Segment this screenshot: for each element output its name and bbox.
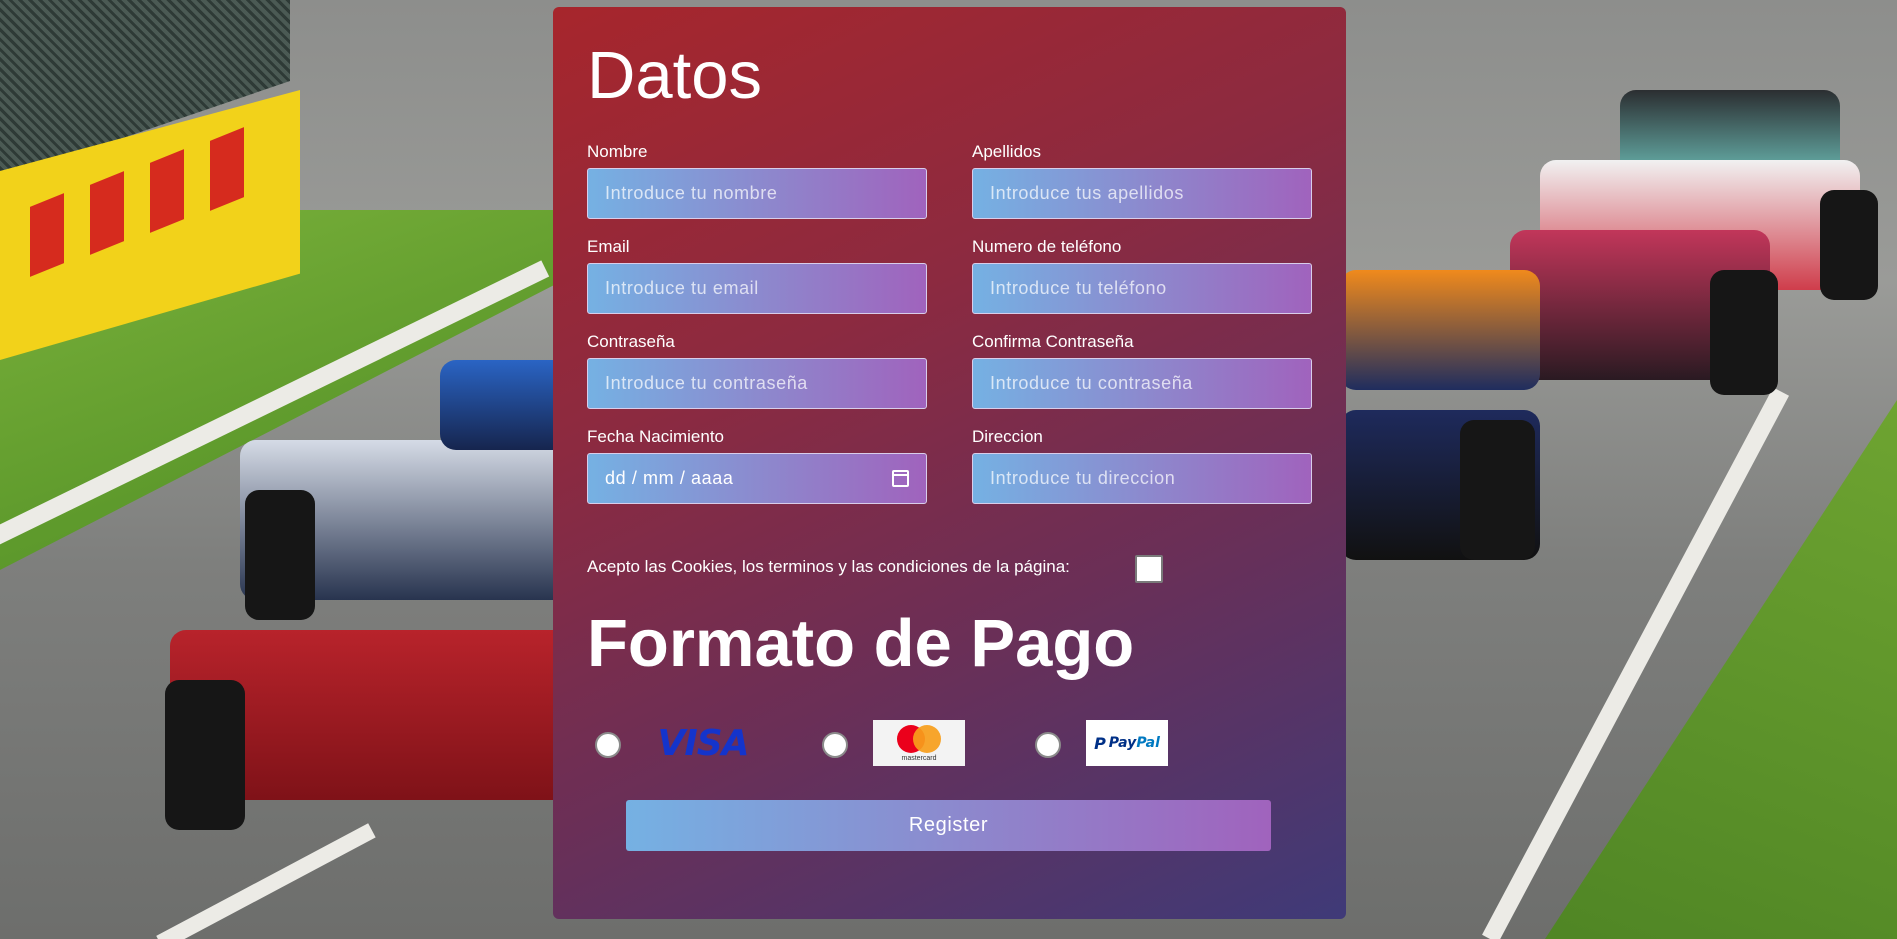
- field-label: Nombre: [587, 142, 648, 161]
- field-fecha-nacimiento: Fecha Nacimiento dd / mm / aaaa: [587, 427, 927, 522]
- payment-options: VISA mastercard P Pay Pal: [553, 720, 1346, 770]
- field-label: Contraseña: [587, 332, 675, 351]
- field-label: Numero de teléfono: [972, 237, 1122, 256]
- nombre-input-box[interactable]: [587, 168, 927, 219]
- field-nombre: Nombre: [587, 142, 927, 237]
- fecha-nacimiento-input[interactable]: dd / mm / aaaa: [587, 453, 927, 504]
- email-input-box[interactable]: [587, 263, 927, 314]
- paypal-radio[interactable]: [1035, 732, 1061, 758]
- car-tyre: [1820, 190, 1878, 300]
- barrier-logo: [210, 127, 244, 211]
- contrasena-input[interactable]: [605, 373, 909, 394]
- paypal-text-pay: Pay: [1108, 735, 1137, 751]
- field-label: Direccion: [972, 427, 1043, 446]
- field-label: Fecha Nacimiento: [587, 427, 725, 446]
- nombre-input[interactable]: [605, 183, 909, 204]
- calendar-icon[interactable]: [892, 470, 909, 487]
- contrasena-input-box[interactable]: [587, 358, 927, 409]
- field-telefono: Numero de teléfono: [972, 237, 1312, 332]
- barrier-logo: [150, 149, 184, 233]
- fields-grid: Nombre Apellidos Email Numero de teléfon…: [587, 142, 1312, 522]
- mastercard-wordmark: mastercard: [901, 754, 937, 762]
- registration-form: Datos Nombre Apellidos Email Numero de t…: [553, 7, 1346, 919]
- field-label: Apellidos: [972, 142, 1041, 161]
- form-title: Datos: [587, 38, 763, 113]
- car-tyre: [165, 680, 245, 830]
- paypal-text-pal: Pal: [1136, 735, 1160, 751]
- barrier-logo: [30, 193, 64, 277]
- barrier-logo: [90, 171, 124, 255]
- car-tyre: [1460, 420, 1535, 560]
- paypal-p-icon: P: [1094, 733, 1106, 753]
- track-line: [156, 823, 376, 939]
- field-confirma-contrasena: Confirma Contraseña: [972, 332, 1312, 427]
- visa-logo: VISA: [657, 722, 749, 764]
- mastercard-logo: mastercard: [873, 720, 965, 766]
- confirma-contrasena-input-box[interactable]: [972, 358, 1312, 409]
- register-button[interactable]: Register: [626, 800, 1271, 851]
- field-label: Confirma Contraseña: [972, 332, 1134, 351]
- visa-radio[interactable]: [595, 732, 621, 758]
- mastercard-circles-icon: [897, 724, 941, 753]
- field-apellidos: Apellidos: [972, 142, 1312, 237]
- direccion-input-box[interactable]: [972, 453, 1312, 504]
- apellidos-input[interactable]: [990, 183, 1294, 204]
- apellidos-input-box[interactable]: [972, 168, 1312, 219]
- car-tyre: [1710, 270, 1778, 395]
- email-input[interactable]: [605, 278, 909, 299]
- payment-title: Formato de Pago: [587, 606, 1135, 681]
- field-direccion: Direccion: [972, 427, 1312, 522]
- field-label: Email: [587, 237, 630, 256]
- mastercard-radio[interactable]: [822, 732, 848, 758]
- confirma-contrasena-input[interactable]: [990, 373, 1294, 394]
- terms-label: Acepto las Cookies, los terminos y las c…: [587, 557, 1070, 576]
- telefono-input[interactable]: [990, 278, 1294, 299]
- field-email: Email: [587, 237, 927, 332]
- car-tyre: [245, 490, 315, 620]
- telefono-input-box[interactable]: [972, 263, 1312, 314]
- terms-checkbox[interactable]: [1135, 555, 1163, 583]
- race-car: [1340, 270, 1540, 390]
- paypal-logo: P Pay Pal: [1086, 720, 1168, 766]
- field-contrasena: Contraseña: [587, 332, 927, 427]
- direccion-input[interactable]: [990, 468, 1294, 489]
- date-placeholder: dd / mm / aaaa: [605, 468, 734, 488]
